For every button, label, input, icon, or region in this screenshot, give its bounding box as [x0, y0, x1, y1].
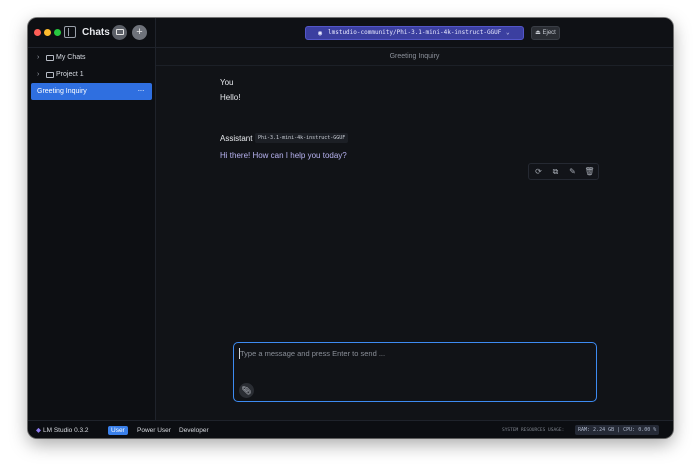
sidebar-folder-project-1[interactable]: › Project 1 [28, 66, 155, 83]
mode-user[interactable]: User [108, 426, 128, 435]
folder-plus-icon [115, 29, 124, 35]
paperclip-icon: 📎︎ [241, 386, 252, 395]
user-role-label: You [220, 78, 234, 87]
chevron-right-icon: › [37, 71, 40, 78]
trash-icon[interactable]: 🗑︎ [584, 166, 595, 177]
eject-label: Eject [542, 30, 556, 36]
app-window: Chats + › My Chats › Project 1 Greeting … [28, 18, 673, 438]
message-composer[interactable]: Type a message and press Enter to send .… [233, 342, 597, 402]
message-actions: ⟳ ⧉ ✎ 🗑︎ [528, 163, 599, 180]
eject-button[interactable]: ⏏ Eject [531, 26, 560, 40]
mode-power-user[interactable]: Power User [134, 426, 174, 435]
folder-icon [46, 55, 54, 61]
app-version: ◆ LM Studio 0.3.2 [36, 426, 89, 434]
model-name: lmstudio-community/Phi-3.1-mini-4k-instr… [328, 29, 502, 36]
system-resources-label: SYSTEM RESOURCES USAGE: [502, 428, 565, 433]
system-resources-usage: RAM: 2.24 GB | CPU: 0.00 % [575, 425, 660, 435]
composer-placeholder[interactable]: Type a message and press Enter to send .… [240, 349, 385, 358]
sidebar-chat-greeting-inquiry[interactable]: Greeting Inquiry ··· [31, 83, 152, 100]
new-chat-button[interactable]: + [132, 25, 147, 40]
user-message-text: Hello! [220, 93, 241, 102]
sidebar-toggle-icon[interactable] [64, 26, 76, 38]
sidebar-titlebar: Chats + [28, 18, 155, 48]
attach-button[interactable]: 📎︎ [239, 383, 254, 398]
status-bar: ◆ LM Studio 0.3.2 User Power User Develop… [28, 420, 673, 438]
copy-icon[interactable]: ⧉ [550, 166, 561, 177]
chat-panel: ◉ lmstudio-community/Phi-3.1-mini-4k-ins… [156, 18, 673, 420]
folder-icon [46, 72, 54, 78]
top-toolbar: ◉ lmstudio-community/Phi-3.1-mini-4k-ins… [156, 18, 673, 48]
assistant-model-tag: Phi-3.1-mini-4k-instruct-GGUF [255, 133, 349, 143]
assistant-message-text: Hi there! How can I help you today? [220, 151, 347, 160]
plus-icon: + [136, 26, 143, 38]
chevron-right-icon: › [37, 54, 40, 61]
sidebar-item-label: Project 1 [56, 71, 84, 78]
sidebar-folder-my-chats[interactable]: › My Chats [28, 49, 155, 66]
maximize-window-button[interactable] [54, 29, 61, 36]
mode-developer[interactable]: Developer [176, 426, 212, 435]
minimize-window-button[interactable] [44, 29, 51, 36]
edit-icon[interactable]: ✎ [567, 166, 578, 177]
more-options-icon[interactable]: ··· [138, 82, 145, 99]
assistant-role-label: Assistant [220, 134, 253, 143]
model-selector[interactable]: ◉ lmstudio-community/Phi-3.1-mini-4k-ins… [305, 26, 524, 40]
chevron-down-icon: ⌄ [506, 29, 510, 36]
app-name-label: LM Studio 0.3.2 [43, 427, 89, 434]
close-window-button[interactable] [34, 29, 41, 36]
lm-studio-logo-icon: ◆ [36, 427, 41, 434]
sidebar-item-label: My Chats [56, 54, 86, 61]
sidebar-item-label: Greeting Inquiry [37, 88, 87, 95]
regenerate-icon[interactable]: ⟳ [533, 166, 544, 177]
sidebar: Chats + › My Chats › Project 1 Greeting … [28, 18, 156, 420]
new-folder-button[interactable] [112, 25, 127, 40]
eye-icon: ◉ [318, 29, 323, 37]
sidebar-title: Chats [82, 27, 110, 38]
chat-title: Greeting Inquiry [156, 48, 673, 66]
eject-icon: ⏏ [535, 30, 541, 36]
